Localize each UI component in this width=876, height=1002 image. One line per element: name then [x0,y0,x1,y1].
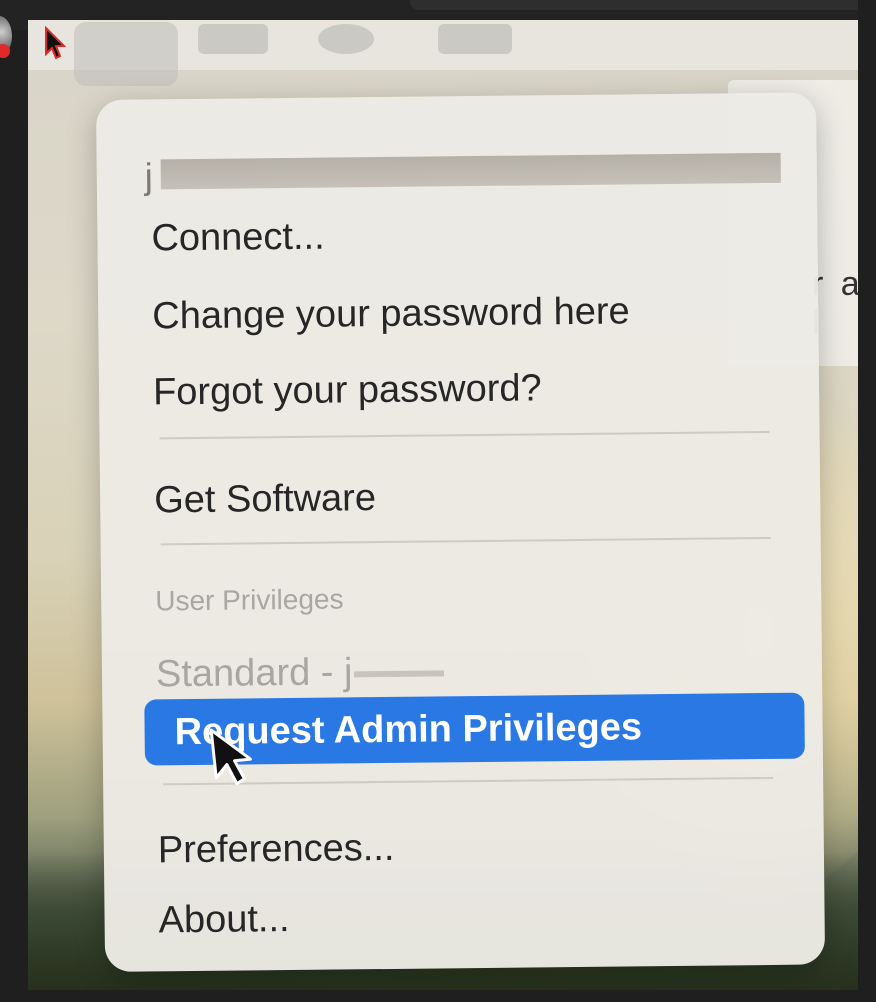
menu-item-about[interactable]: About... [158,898,289,942]
menu-bar-item-active[interactable] [74,22,178,86]
privilege-status: Standard - j [156,650,445,696]
mouse-pointer-icon [209,728,252,786]
menu-bar-icon-audio[interactable] [198,24,268,54]
redacted-username [160,152,781,190]
recording-dot-icon [0,44,10,58]
menu-bar-icon-globe[interactable] [318,24,374,54]
remote-pointer-icon [45,26,66,60]
topbar-panel [410,0,876,10]
menu-bar-icon-battery[interactable] [438,24,512,54]
menu-item-connect[interactable]: Connect... [151,216,325,261]
username-label: j [144,155,154,197]
dropdown-menu: j Connect... Change your password here F… [96,92,826,972]
frame-edge [858,0,876,1002]
menu-divider [159,430,770,440]
menu-divider [160,536,771,546]
background-window-text: r a l [812,265,858,342]
privilege-status-text: Standard - j [155,651,353,696]
camera-photo-of-screen: r a l j Connect... Change your password … [28,20,858,992]
menu-item-get-software[interactable]: Get Software [154,477,376,522]
menu-item-forgot-password[interactable]: Forgot your password? [153,367,542,414]
redacted-name [354,670,445,678]
menu-item-preferences[interactable]: Preferences... [158,827,395,872]
section-header-user-privileges: User Privileges [155,583,344,617]
menu-item-change-password[interactable]: Change your password here [152,290,630,338]
frame-edge [0,990,876,1002]
menu-bar [28,20,858,86]
